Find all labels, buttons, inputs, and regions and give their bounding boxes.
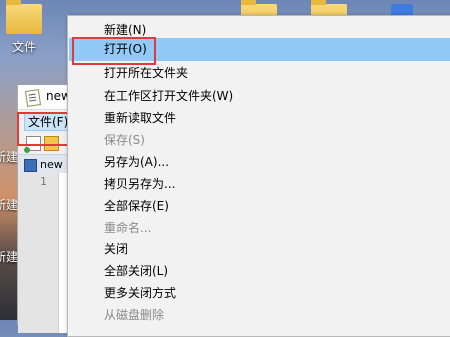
desktop-folder-icon[interactable]: 文件 (0, 0, 48, 55)
folder-icon (6, 0, 42, 34)
new-file-icon[interactable] (24, 136, 41, 153)
open-file-icon[interactable] (44, 136, 59, 151)
menu-item-delete-from-disk: 从磁盘删除 (104, 308, 165, 322)
menu-item-save-all[interactable]: 全部保存(E) (69, 195, 450, 218)
desktop-side-label: 新建 (0, 250, 19, 264)
notepadpp-icon (24, 89, 42, 107)
save-icon (24, 159, 37, 172)
menu-item-save-copy-as[interactable]: 拷贝另存为... (69, 173, 450, 196)
file-context-menu: 新建(N) 打开(O) 打开所在文件夹 在工作区打开文件夹(W) 重新读取文件 … (67, 15, 450, 337)
line-number-gutter: 1 (18, 173, 59, 333)
menu-item-close-all[interactable]: 全部关闭(L) (69, 260, 450, 283)
menu-item-save-as[interactable]: 另存为(A)... (69, 151, 450, 174)
menu-item-more-close-options[interactable]: 更多关闭方式 (69, 282, 450, 305)
line-number: 1 (40, 175, 47, 188)
file-menu[interactable]: 文件(F) (24, 113, 73, 131)
menu-item-rename: 重命名... (104, 221, 152, 235)
menu-item-open[interactable]: 打开(O) (69, 38, 450, 61)
desktop-side-label: 新建 (0, 198, 19, 212)
menu-item-reload[interactable]: 重新读取文件 (69, 107, 450, 130)
menu-item-close[interactable]: 关闭 (69, 238, 450, 261)
menu-item-open-folder-workspace[interactable]: 在工作区打开文件夹(W) (69, 85, 450, 108)
desktop-side-label: 新建 (0, 150, 19, 164)
desktop-icon-label: 文件 (11, 40, 36, 54)
menu-item-save: 保存(S) (104, 133, 145, 147)
menu-item-open-containing-folder[interactable]: 打开所在文件夹 (69, 62, 450, 85)
